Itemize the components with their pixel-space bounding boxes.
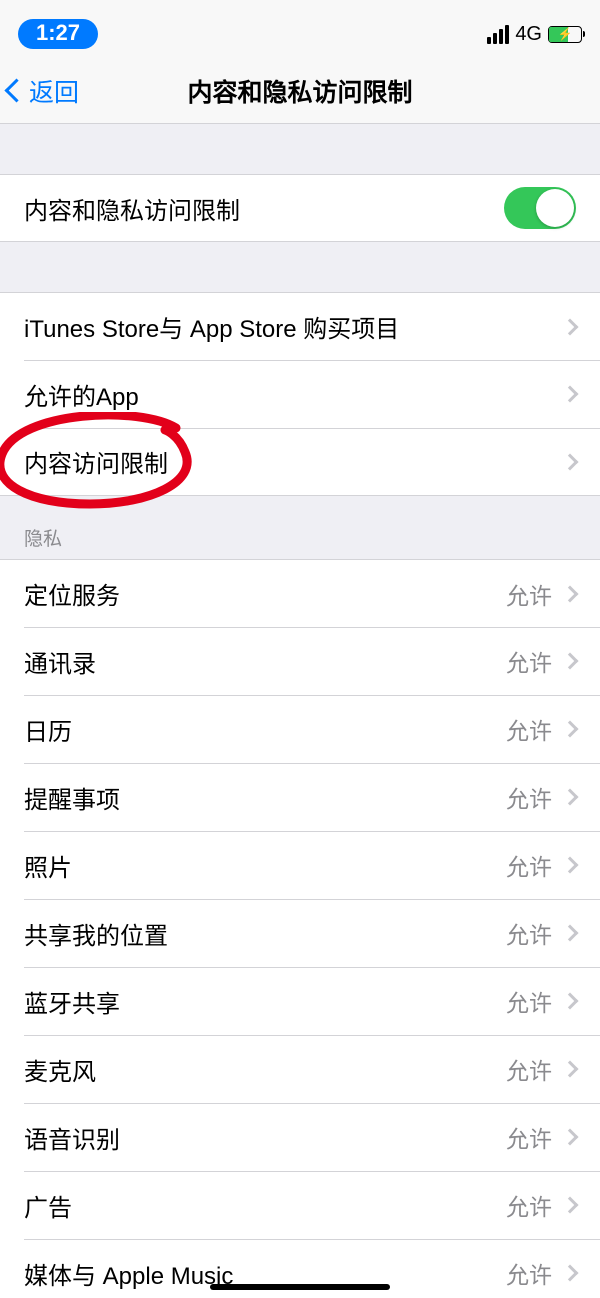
row-label: 媒体与 Apple Music [24, 1256, 233, 1291]
status-time: 1:27 [18, 19, 98, 49]
row-label: 日历 [24, 712, 72, 747]
chevron-right-icon [562, 925, 579, 942]
chevron-right-icon [562, 1129, 579, 1146]
chevron-right-icon [562, 1197, 579, 1214]
row-label: 提醒事项 [24, 780, 120, 815]
row-label: 内容访问限制 [24, 444, 168, 479]
row-value: 允许 [506, 1120, 552, 1154]
chevron-right-icon [562, 318, 579, 335]
row-label: 允许的App [24, 377, 139, 412]
chevron-right-icon [562, 857, 579, 874]
nav-row-location-services[interactable]: 定位服务 允许 [0, 559, 600, 627]
chevron-right-icon [562, 1265, 579, 1282]
row-value: 允许 [506, 1188, 552, 1222]
row-label: 共享我的位置 [24, 916, 168, 951]
row-value: 允许 [506, 712, 552, 746]
nav-row-bluetooth-sharing[interactable]: 蓝牙共享 允许 [0, 967, 600, 1035]
row-label: 照片 [24, 848, 72, 883]
page-title: 内容和隐私访问限制 [187, 73, 412, 109]
row-value: 允许 [506, 577, 552, 611]
row-value: 允许 [506, 1052, 552, 1086]
battery-icon: ⚡ [548, 26, 582, 43]
chevron-left-icon [4, 78, 28, 102]
nav-row-share-my-location[interactable]: 共享我的位置 允许 [0, 899, 600, 967]
chevron-right-icon [562, 386, 579, 403]
nav-row-contacts[interactable]: 通讯录 允许 [0, 627, 600, 695]
row-label: 通讯录 [24, 644, 96, 679]
row-value: 允许 [506, 916, 552, 950]
nav-row-reminders[interactable]: 提醒事项 允许 [0, 763, 600, 831]
chevron-right-icon [562, 993, 579, 1010]
status-bar: 1:27 4G ⚡ [0, 0, 600, 58]
toggle-switch[interactable] [504, 187, 576, 229]
chevron-right-icon [562, 789, 579, 806]
chevron-right-icon [562, 453, 579, 470]
signal-strength-icon [487, 25, 509, 44]
row-label: 语音识别 [24, 1120, 120, 1155]
network-type-label: 4G [515, 23, 542, 46]
back-label: 返回 [29, 73, 79, 109]
nav-row-photos[interactable]: 照片 允许 [0, 831, 600, 899]
row-label: 定位服务 [24, 576, 120, 611]
nav-row-advertising[interactable]: 广告 允许 [0, 1171, 600, 1239]
nav-row-speech-recognition[interactable]: 语音识别 允许 [0, 1103, 600, 1171]
nav-bar: 返回 内容和隐私访问限制 [0, 58, 600, 124]
chevron-right-icon [562, 585, 579, 602]
home-indicator [210, 1284, 390, 1290]
status-right-cluster: 4G ⚡ [487, 23, 582, 46]
row-value: 允许 [506, 848, 552, 882]
section-header-privacy: 隐私 [0, 496, 600, 559]
nav-row-itunes-appstore[interactable]: iTunes Store与 App Store 购买项目 [0, 292, 600, 360]
row-label: iTunes Store与 App Store 购买项目 [24, 309, 399, 344]
chevron-right-icon [562, 1061, 579, 1078]
chevron-right-icon [562, 653, 579, 670]
row-label: 蓝牙共享 [24, 984, 120, 1019]
toggle-knob [536, 189, 574, 227]
chevron-right-icon [562, 721, 579, 738]
row-value: 允许 [506, 780, 552, 814]
row-label: 广告 [24, 1188, 72, 1223]
row-value: 允许 [506, 1256, 552, 1290]
toggle-label: 内容和隐私访问限制 [24, 191, 240, 226]
row-label: 麦克风 [24, 1052, 96, 1087]
row-value: 允许 [506, 984, 552, 1018]
back-button[interactable]: 返回 [8, 58, 79, 123]
nav-row-microphone[interactable]: 麦克风 允许 [0, 1035, 600, 1103]
content-privacy-toggle-row[interactable]: 内容和隐私访问限制 [0, 174, 600, 242]
row-value: 允许 [506, 644, 552, 678]
nav-row-allowed-apps[interactable]: 允许的App [0, 360, 600, 428]
nav-row-content-restrictions[interactable]: 内容访问限制 [0, 428, 600, 496]
nav-row-calendar[interactable]: 日历 允许 [0, 695, 600, 763]
